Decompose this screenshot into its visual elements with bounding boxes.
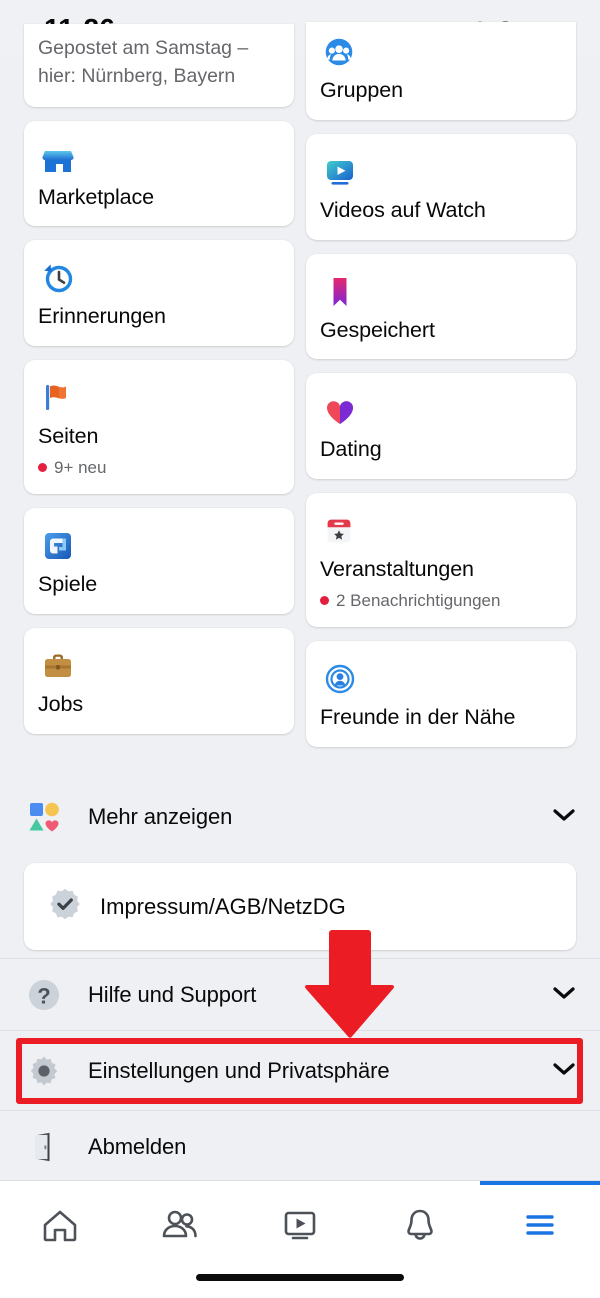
red-down-arrow-annotation [300,928,400,1040]
jobs-label: Jobs [38,691,84,716]
post-location-card[interactable]: Gepostet am Samstag – hier: Nürnberg, Ba… [24,24,294,107]
nav-home[interactable] [0,1181,120,1298]
erinnerungen-label: Erinnerungen [38,304,166,329]
post-location-meta: Gepostet am Samstag – hier: Nürnberg, Ba… [38,37,249,88]
svg-text:?: ? [37,984,50,1009]
hamburger-menu-icon [526,1215,554,1235]
home-indicator [196,1274,404,1281]
chevron-down-icon[interactable] [552,985,576,1006]
veranstaltungen-badge: 2 Benachrichtigungen [320,591,562,611]
freunde-naehe-card[interactable]: Freunde in der Nähe [306,640,576,747]
chevron-down-icon[interactable] [552,807,576,828]
videos-watch-label: Videos auf Watch [320,197,486,222]
freunde-naehe-label: Freunde in der Nähe [320,704,516,729]
more-label: Mehr anzeigen [88,804,233,829]
pages-flag-icon [38,378,280,418]
divider [0,1110,600,1111]
more-row[interactable]: Mehr anzeigen [0,785,600,849]
menu-card-grid: Gepostet am Samstag – hier: Nürnberg, Ba… [0,22,600,770]
chevron-down-icon[interactable] [552,1061,576,1082]
verified-badge-icon [46,885,84,928]
memories-clock-icon [38,258,280,298]
nav-menu[interactable] [480,1181,600,1298]
watch-icon [284,1211,316,1240]
grid-column-left: Gepostet am Samstag – hier: Nürnberg, Ba… [24,24,294,748]
gaming-controller-icon [38,526,280,566]
marketplace-storefront-icon [38,139,280,179]
badge-dot-icon [320,596,329,606]
door-exit-icon [24,1127,72,1167]
logout-row[interactable]: Abmelden [0,1114,600,1180]
bell-icon [407,1209,433,1240]
seiten-label: Seiten [38,424,99,449]
home-icon [43,1210,77,1242]
gruppen-label: Gruppen [320,78,403,102]
jobs-card[interactable]: Jobs [24,627,294,734]
seiten-badge: 9+ neu [38,458,280,478]
jobs-briefcase-icon [38,646,280,686]
saved-bookmark-icon [320,272,562,312]
groups-people-icon [320,32,562,72]
seiten-badge-label: 9+ neu [54,457,107,477]
dating-label: Dating [320,437,382,462]
settings-privacy-label: Einstellungen und Privatsphäre [88,1058,390,1083]
spiele-label: Spiele [38,571,98,596]
logout-label: Abmelden [88,1134,187,1159]
marketplace-card[interactable]: Marketplace [24,120,294,227]
gespeichert-label: Gespeichert [320,317,435,342]
friends-icon [162,1210,197,1238]
nearby-friends-icon [320,659,562,699]
badge-dot-icon [38,463,47,473]
spiele-card[interactable]: Spiele [24,507,294,614]
videos-watch-card[interactable]: Videos auf Watch [306,133,576,240]
veranstaltungen-card[interactable]: Veranstaltungen 2 Benachrichtigungen [306,493,576,627]
grid-column-right: Gruppen Videos auf Watch Gespeichert Dat… [306,22,576,761]
gespeichert-card[interactable]: Gespeichert [306,253,576,360]
erinnerungen-card[interactable]: Erinnerungen [24,240,294,347]
shapes-grid-icon [24,797,72,837]
impressum-label: Impressum/AGB/NetzDG [100,893,346,919]
watch-video-icon [320,152,562,192]
gruppen-card[interactable]: Gruppen [306,22,576,120]
settings-privacy-row[interactable]: Einstellungen und Privatsphäre [0,1038,600,1104]
seiten-card[interactable]: Seiten 9+ neu [24,360,294,494]
marketplace-label: Marketplace [38,184,155,209]
question-mark-icon: ? [24,975,72,1015]
veranstaltungen-badge-label: 2 Benachrichtigungen [336,590,501,610]
phone-screen: 11:26 Gepostet am Samstag – hier: Nürnbe… [0,0,600,1298]
gear-icon [24,1051,72,1091]
veranstaltungen-label: Veranstaltungen [320,557,474,582]
events-calendar-icon [320,511,562,551]
dating-heart-icon [320,391,562,431]
dating-card[interactable]: Dating [306,373,576,480]
